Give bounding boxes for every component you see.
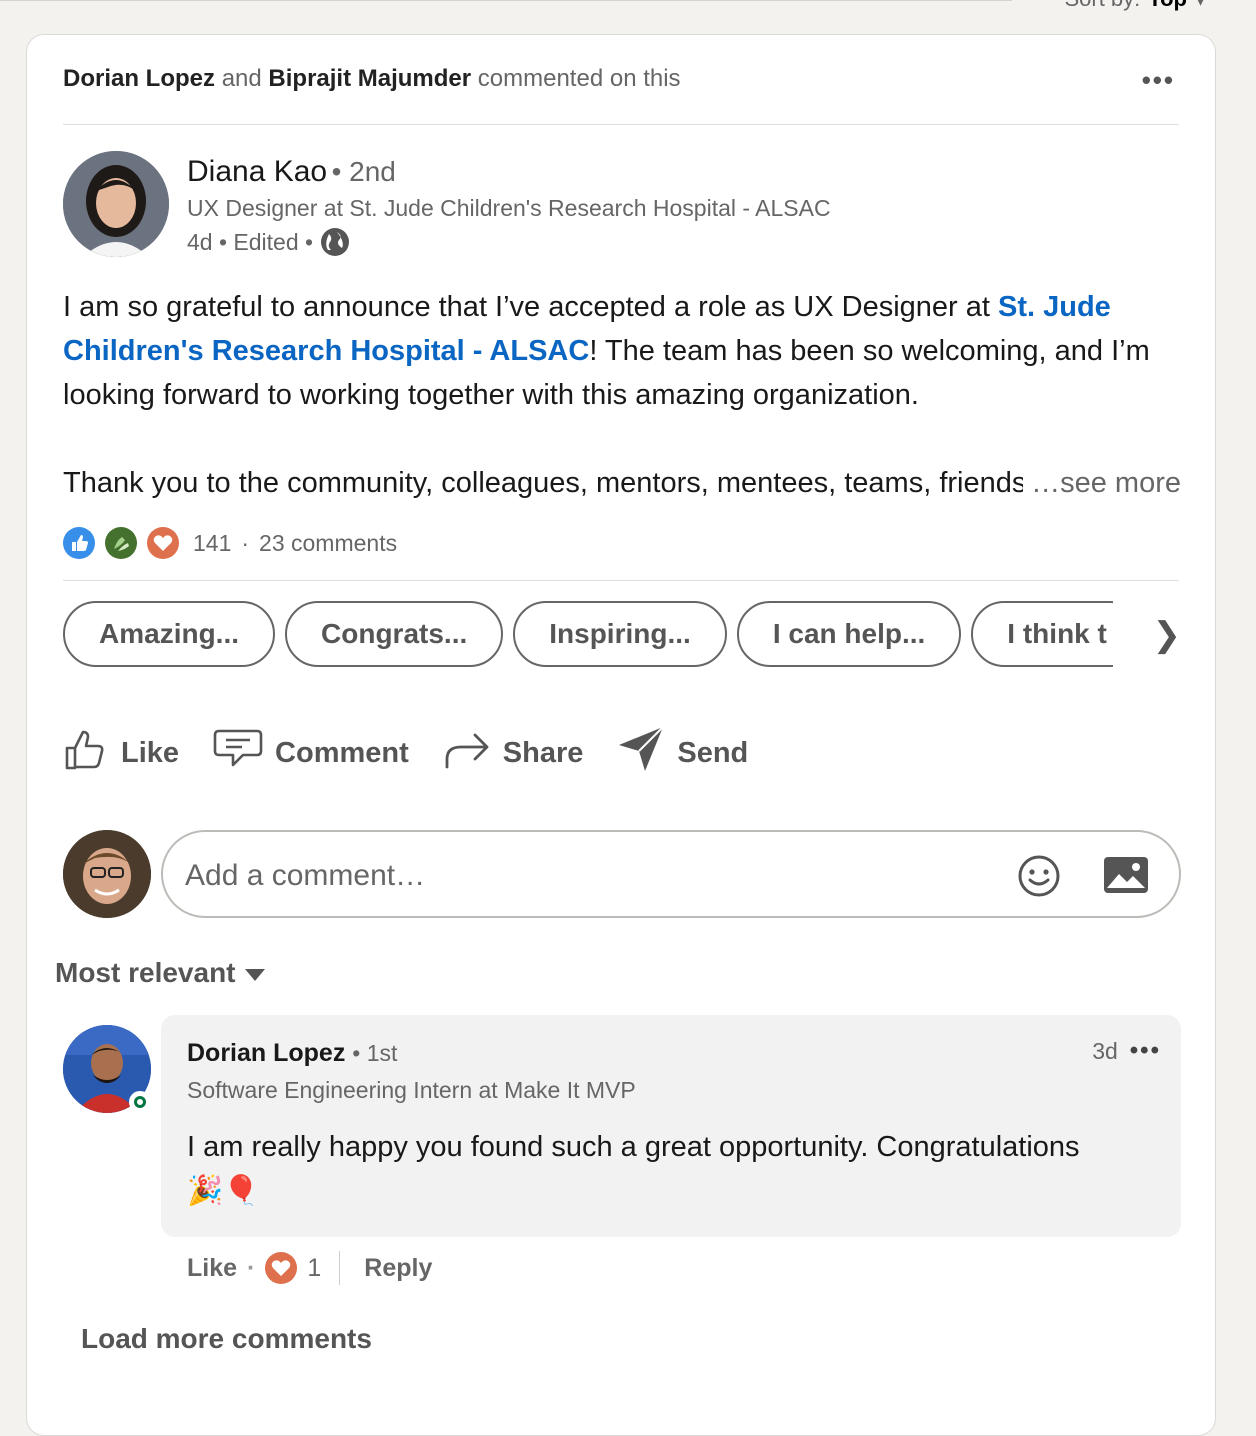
more-options-icon[interactable]: ••• [1142, 65, 1175, 96]
online-status-indicator [129, 1091, 151, 1113]
author-avatar[interactable] [63, 151, 169, 257]
load-more-comments-button[interactable]: Load more comments [81, 1323, 372, 1355]
suggested-comment-chip[interactable]: I think t [971, 601, 1113, 667]
comments-sort-dropdown[interactable]: Most relevant [55, 957, 266, 989]
divider [339, 1251, 341, 1285]
commenter-degree: • 1st [352, 1040, 398, 1066]
thumbs-up-icon [63, 726, 109, 780]
author-name[interactable]: Diana Kao [187, 155, 327, 188]
send-button[interactable]: Send [617, 725, 748, 781]
love-reaction-icon [147, 527, 179, 559]
top-divider-area: Sort by: Top ▾ [0, 0, 1256, 14]
suggested-comment-chip[interactable]: I can help... [736, 601, 962, 667]
comment-input[interactable] [183, 850, 987, 902]
post-text-part1: I am so grateful to announce that I’ve a… [63, 291, 998, 323]
caret-down-icon: ▾ [1195, 0, 1206, 12]
context-joiner: and [221, 65, 262, 92]
comment-more-options-icon[interactable]: ••• [1130, 1037, 1161, 1065]
image-icon[interactable] [1103, 856, 1149, 899]
globe-icon [321, 228, 350, 256]
comment-text: I am really happy you found such a great… [187, 1125, 1167, 1213]
social-counts[interactable]: 141 · 23 comments [63, 527, 397, 559]
feed-post-card: Dorian Lopez and Biprajit Majumder comme… [26, 34, 1216, 1436]
top-divider [0, 0, 1012, 1]
love-reaction-icon [265, 1252, 298, 1284]
comment-time: 3d [1092, 1037, 1118, 1064]
comment-body: I am really happy you found such a great… [187, 1131, 1080, 1163]
comment-actions: Like · 1 Reply [187, 1251, 432, 1285]
emoji-icon[interactable] [1017, 854, 1061, 903]
divider [63, 124, 1179, 125]
comment-label: Comment [275, 736, 409, 769]
social-context: Dorian Lopez and Biprajit Majumder comme… [63, 65, 681, 93]
separator-dot: · [247, 1253, 256, 1282]
comment-meta: 3d ••• [1092, 1037, 1161, 1065]
sort-by-label: Sort by: [1064, 0, 1140, 12]
context-suffix: commented on this [477, 65, 681, 92]
connection-degree: • 2nd [331, 156, 396, 187]
context-name-1[interactable]: Dorian Lopez [63, 65, 215, 92]
suggested-comments: Amazing... Congrats... Inspiring... I ca… [63, 601, 1181, 671]
comment-like-button[interactable]: Like [187, 1254, 237, 1283]
separator-dot: · [241, 529, 250, 556]
divider [63, 580, 1179, 581]
reactions-count: 141 [193, 529, 232, 556]
like-button[interactable]: Like [63, 726, 179, 780]
suggested-comment-chip[interactable]: Inspiring... [513, 601, 727, 667]
post-actions: Like Comment Share Send [63, 725, 748, 781]
commenter-headline: Software Engineering Intern at Make It M… [187, 1077, 636, 1103]
comment-emojis: 🎉🎈 [187, 1175, 260, 1207]
share-button[interactable]: Share [443, 727, 584, 779]
commenter-name-line: Dorian Lopez • 1st [187, 1039, 397, 1068]
reply-button[interactable]: Reply [364, 1254, 432, 1283]
comment-input-field[interactable] [161, 830, 1181, 918]
suggested-comment-chip[interactable]: Amazing... [63, 601, 276, 667]
like-label: Like [121, 736, 180, 769]
commenter-name[interactable]: Dorian Lopez [187, 1039, 345, 1067]
author-headline: UX Designer at St. Jude Children's Resea… [187, 195, 831, 221]
sort-label: Most relevant [55, 957, 236, 988]
send-label: Send [677, 736, 749, 769]
post-text-line3: Thank you to the community, colleagues, … [63, 467, 1027, 499]
comment-reaction-count[interactable]: 1 [307, 1254, 321, 1283]
author-info: Diana Kao • 2nd UX Designer at St. Jude … [187, 155, 831, 256]
paper-plane-icon [617, 725, 665, 781]
share-arrow-icon [443, 727, 491, 779]
comments-count[interactable]: 23 comments [259, 530, 397, 557]
speech-bubble-icon [213, 727, 263, 779]
post-time: 4d • Edited • [187, 228, 314, 255]
suggested-comments-track: Amazing... Congrats... Inspiring... I ca… [63, 601, 1113, 671]
share-label: Share [502, 736, 584, 769]
sort-by-value: Top [1148, 0, 1187, 12]
celebrate-reaction-icon [105, 527, 137, 559]
see-more-button[interactable]: …see more [1023, 461, 1181, 505]
context-name-2[interactable]: Biprajit Majumder [268, 65, 471, 92]
chevron-right-icon[interactable]: ❯ [1153, 615, 1182, 655]
comment-bubble: Dorian Lopez • 1st 3d ••• Software Engin… [161, 1015, 1181, 1237]
like-reaction-icon [63, 527, 95, 559]
caret-down-icon [244, 957, 266, 989]
comment-button[interactable]: Comment [213, 727, 409, 779]
post-meta: 4d • Edited • [187, 228, 831, 256]
current-user-avatar[interactable] [63, 830, 151, 918]
sort-by-control[interactable]: Sort by: Top ▾ [1064, 0, 1206, 12]
suggested-comment-chip[interactable]: Congrats... [285, 601, 504, 667]
comment-composer [63, 830, 1181, 922]
post-text: I am so grateful to announce that I’ve a… [63, 285, 1181, 505]
